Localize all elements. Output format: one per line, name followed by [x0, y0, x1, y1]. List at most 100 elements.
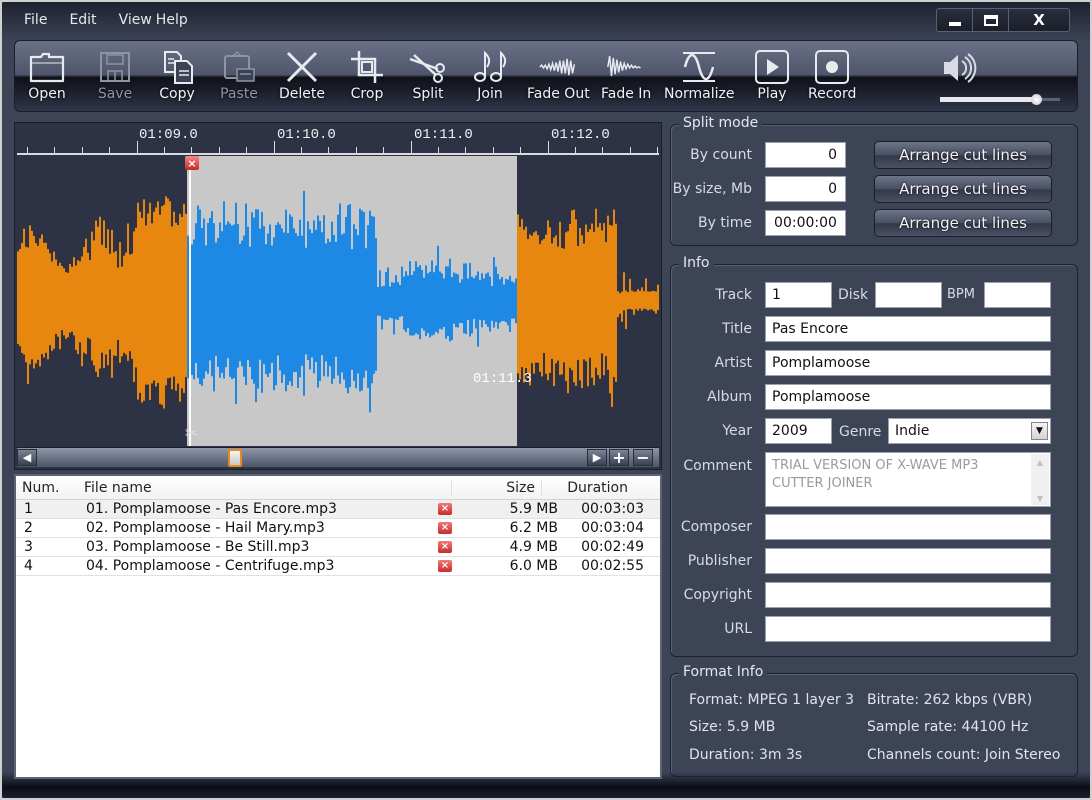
- volume-slider[interactable]: [940, 94, 1060, 106]
- comment-textarea[interactable]: TRIAL VERSION OF X-WAVE MP3 CUTTER JOINE…: [765, 452, 1051, 507]
- arrange-cut-lines-count-button[interactable]: Arrange cut lines: [874, 141, 1052, 169]
- split-button[interactable]: Split: [408, 49, 448, 102]
- file-duration: 00:02:49: [581, 539, 644, 555]
- waveform-sample: [505, 278, 507, 323]
- chevron-down-icon[interactable]: ▼: [1031, 422, 1048, 440]
- menu-help[interactable]: Help: [156, 12, 200, 34]
- remove-file-button[interactable]: ×: [438, 522, 490, 534]
- minimize-button[interactable]: [937, 9, 973, 31]
- remove-file-button[interactable]: ×: [438, 541, 490, 553]
- file-row[interactable]: 3 03. Pomplamoose - Be Still.mp3 × 4.9 MB 00…: [16, 538, 660, 557]
- disk-input[interactable]: [875, 282, 942, 308]
- track-input[interactable]: 1: [765, 282, 832, 308]
- waveform-sample: [139, 211, 141, 393]
- crop-button[interactable]: Crop: [347, 49, 387, 102]
- remove-file-button[interactable]: ×: [438, 503, 490, 515]
- waveform-sample: [529, 234, 531, 386]
- ruler-tick: [410, 141, 412, 153]
- maximize-button[interactable]: [973, 9, 1009, 31]
- copy-button[interactable]: Copy: [157, 49, 197, 102]
- close-button[interactable]: X: [1009, 9, 1069, 31]
- play-button[interactable]: Play: [752, 49, 792, 102]
- waveform-sample: [213, 223, 215, 392]
- file-duration: 00:03:04: [581, 520, 644, 536]
- bpm-input[interactable]: [984, 282, 1051, 308]
- by-count-input[interactable]: 0: [765, 142, 846, 168]
- zoom-in-button[interactable]: +: [609, 448, 629, 467]
- waveform-sample: [205, 245, 207, 372]
- comment-scrollbar[interactable]: ▲ ▼: [1031, 454, 1049, 505]
- menu-file[interactable]: File: [14, 12, 59, 34]
- file-row[interactable]: 4 04. Pomplamoose - Centrifuge.mp3 × 6.0 MB…: [16, 557, 660, 576]
- play-icon: [755, 50, 789, 84]
- waveform-sample: [179, 213, 181, 402]
- waveform-sample: [451, 277, 453, 341]
- delete-button[interactable]: Delete: [279, 49, 325, 102]
- waveform-sample: [651, 291, 653, 310]
- normalize-button[interactable]: Normalize: [664, 49, 735, 102]
- scissors-marker-icon[interactable]: ✂: [185, 424, 198, 442]
- scroll-right-button[interactable]: ▶: [587, 449, 607, 466]
- speaker-icon: [944, 53, 977, 83]
- album-input[interactable]: Pomplamoose: [765, 384, 1051, 410]
- ruler-tick: [657, 147, 659, 153]
- fade-in-button[interactable]: Fade In: [601, 49, 651, 102]
- arrange-cut-lines-size-button[interactable]: Arrange cut lines: [874, 175, 1052, 203]
- menu-edit[interactable]: Edit: [59, 12, 108, 34]
- waveform-sample: [117, 267, 119, 340]
- waveform-sample: [289, 214, 291, 382]
- waveform-sample: [319, 220, 321, 381]
- scroll-left-button[interactable]: ◀: [17, 449, 37, 466]
- file-row[interactable]: 2 02. Pomplamoose - Hail Mary.mp3 × 6.2 MB 0…: [16, 519, 660, 538]
- open-button[interactable]: Open: [27, 49, 67, 102]
- waveform-sample: [291, 216, 293, 387]
- volume-thumb[interactable]: [1031, 94, 1042, 105]
- artist-input[interactable]: Pomplamoose: [765, 350, 1051, 376]
- url-input[interactable]: [765, 616, 1051, 642]
- waveform-sample: [499, 279, 501, 323]
- waveform-sample: [421, 269, 423, 329]
- open-label: Open: [28, 86, 66, 102]
- save-label: Save: [97, 86, 133, 102]
- waveform-canvas[interactable]: × ✂ 01:11.3: [17, 156, 659, 446]
- col-filename[interactable]: File name: [78, 479, 452, 496]
- paste-button[interactable]: Paste: [219, 49, 259, 102]
- split-mode-title: Split mode: [679, 115, 763, 131]
- menu-view[interactable]: View: [109, 12, 156, 34]
- waveform-sample: [527, 239, 529, 374]
- zoom-out-button[interactable]: −: [633, 448, 653, 467]
- col-num[interactable]: Num.: [16, 480, 78, 496]
- title-input[interactable]: Pas Encore: [765, 316, 1051, 342]
- waveform-sample: [325, 243, 327, 362]
- save-button[interactable]: Save: [95, 49, 135, 102]
- remove-file-button[interactable]: ×: [438, 560, 490, 572]
- waveform-sample: [33, 235, 35, 369]
- col-size[interactable]: Size: [452, 479, 542, 496]
- scroll-thumb[interactable]: [228, 449, 242, 467]
- waveform-scrollbar[interactable]: ◀ ▶ + −: [17, 447, 659, 467]
- waveform-sample: [465, 263, 467, 335]
- by-size-input[interactable]: 0: [765, 176, 846, 202]
- year-input[interactable]: 2009: [765, 418, 832, 444]
- genre-select[interactable]: Indie ▼: [888, 418, 1051, 444]
- waveform-sample: [273, 237, 275, 391]
- col-duration[interactable]: Duration: [542, 480, 634, 496]
- waveform-sample: [589, 229, 591, 358]
- waveform-sample: [131, 253, 133, 359]
- file-row[interactable]: 1 01. Pomplamoose - Pas Encore.mp3 × 5.9 MB…: [16, 500, 660, 519]
- remove-marker-button[interactable]: ×: [185, 156, 199, 170]
- waveform-sample: [45, 242, 47, 353]
- waveform-sample: [431, 260, 433, 336]
- publisher-input[interactable]: [765, 548, 1051, 574]
- waveform-sample: [553, 237, 555, 387]
- fade-out-label: Fade Out: [527, 86, 590, 102]
- fade-out-button[interactable]: Fade Out: [527, 49, 590, 102]
- close-icon: X: [1033, 11, 1045, 29]
- record-button[interactable]: Record: [808, 49, 856, 102]
- arrange-cut-lines-time-button[interactable]: Arrange cut lines: [874, 209, 1052, 237]
- waveform-sample: [417, 267, 419, 335]
- composer-input[interactable]: [765, 514, 1051, 540]
- by-time-input[interactable]: 00:00:00: [765, 210, 846, 236]
- join-button[interactable]: Join: [470, 49, 510, 102]
- copyright-input[interactable]: [765, 582, 1051, 608]
